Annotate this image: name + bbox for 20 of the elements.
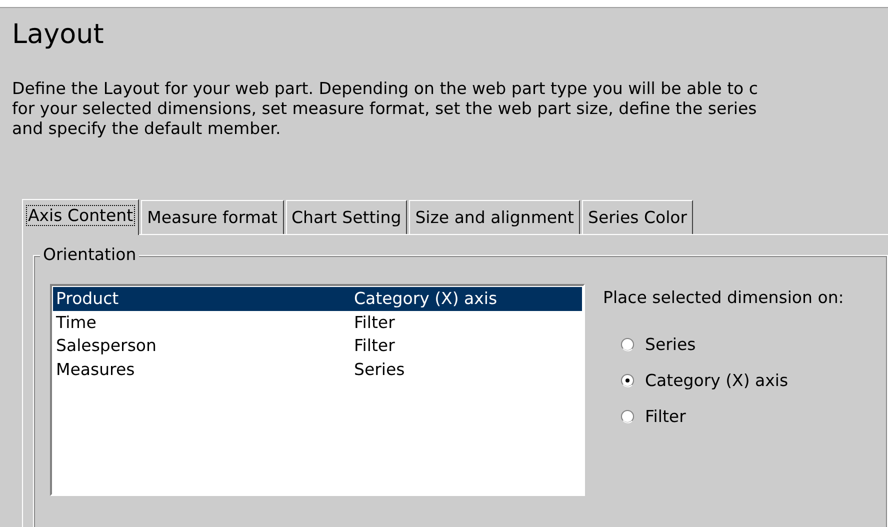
tab[interactable]: Measure format [141, 200, 284, 234]
radio-label: Filter [645, 407, 686, 426]
tab[interactable]: Axis Content [22, 199, 140, 235]
place-label: Place selected dimension on: [603, 288, 844, 307]
page-title: Layout [12, 18, 105, 52]
description-text: and specify the default member. [12, 119, 281, 139]
radio-label: Series [645, 335, 696, 354]
radio-button[interactable] [620, 409, 635, 424]
tab[interactable]: Series Color [582, 200, 694, 234]
list-item[interactable]: Salesperson Filter [53, 334, 582, 358]
radio-label: Category (X) axis [645, 371, 788, 390]
list-item[interactable]: Measures Series [53, 358, 582, 381]
description-text: Define the Layout for your web part. Depending on the web part type you will be able to c [12, 79, 758, 99]
list-item[interactable]: Time Filter [53, 310, 582, 334]
description-text: for your selected dimensions, set measure format, set the web part size, define the series [12, 99, 757, 119]
list-item[interactable]: Product Category (X) axis [53, 287, 582, 310]
tab[interactable]: Chart Setting [286, 200, 408, 234]
tab[interactable]: Size and alignment [409, 200, 580, 234]
radio-button[interactable] [620, 373, 635, 388]
radio-button[interactable] [620, 337, 635, 352]
